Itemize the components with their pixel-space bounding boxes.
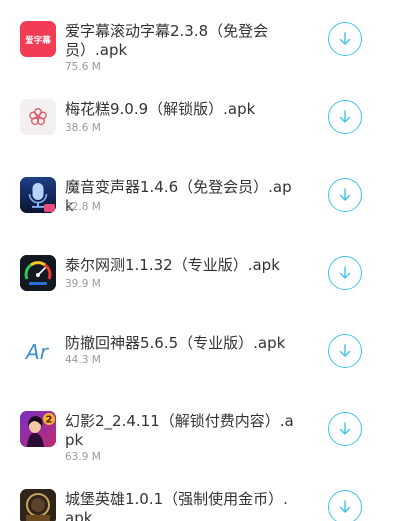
download-arrow-icon [339,266,351,279]
list-item[interactable]: 2 幻影2_2.4.11（解锁付费内容）.apk 63.9 M [0,390,400,468]
download-arrow-icon [339,32,351,45]
list-item[interactable]: 泰尔网测1.1.32（专业版）.apk 39.9 M [0,234,400,312]
game-character-icon: 2 [20,411,56,447]
download-arrow-icon [339,500,351,513]
castle-game-icon [20,489,56,521]
app-title[interactable]: 泰尔网测1.1.32（专业版）.apk [65,256,297,275]
app-title[interactable]: 梅花糕9.0.9（解锁版）.apk [65,100,297,119]
list-item[interactable]: 爱字幕 爱字幕滚动字幕2.3.8（免登会员）.apk 75.6 M [0,0,400,78]
file-size: 63.9 M [65,451,101,463]
app-icon-text: Ar [24,340,50,364]
file-size: 32.8 M [65,201,101,213]
app-title[interactable]: 爱字幕滚动字幕2.3.8（免登会员）.apk [65,22,297,60]
download-button[interactable] [328,412,362,446]
list-item[interactable]: 梅花糕9.0.9（解锁版）.apk 38.6 M [0,78,400,156]
list-item[interactable]: 城堡英雄1.0.1（强制使用金币）.apk [0,468,400,521]
download-button[interactable] [328,490,362,521]
red-subtitle-app-icon: 爱字幕 [20,21,56,57]
download-arrow-icon [339,110,351,123]
download-button[interactable] [328,22,362,56]
app-download-list: 爱字幕 爱字幕滚动字幕2.3.8（免登会员）.apk 75.6 M 梅花糕9.0… [0,0,400,521]
download-button[interactable] [328,178,362,212]
file-size: 38.6 M [65,122,101,134]
list-item[interactable]: Ar 防撤回神器5.6.5（专业版）.apk 44.3 M [0,312,400,390]
download-button[interactable] [328,334,362,368]
microphone-voice-changer-icon [20,177,56,213]
file-size: 75.6 M [65,61,101,73]
download-button[interactable] [328,256,362,290]
file-size: 39.9 M [65,278,101,290]
list-item[interactable]: 魔音变声器1.4.6（免登会员）.apk 32.8 M [0,156,400,234]
download-arrow-icon [339,188,351,201]
plum-blossom-icon [20,99,56,135]
download-button[interactable] [328,100,362,134]
download-arrow-icon [339,344,351,357]
app-title[interactable]: 幻影2_2.4.11（解锁付费内容）.apk [65,412,297,450]
app-title[interactable]: 防撤回神器5.6.5（专业版）.apk [65,334,297,353]
ar-letter-icon: Ar [20,333,56,369]
app-icon-text: 爱字幕 [25,35,51,46]
app-icon-text: 2 [46,415,53,426]
speedometer-gauge-icon [20,255,56,291]
app-title[interactable]: 城堡英雄1.0.1（强制使用金币）.apk [65,490,297,521]
download-arrow-icon [339,422,351,435]
file-size: 44.3 M [65,354,101,366]
